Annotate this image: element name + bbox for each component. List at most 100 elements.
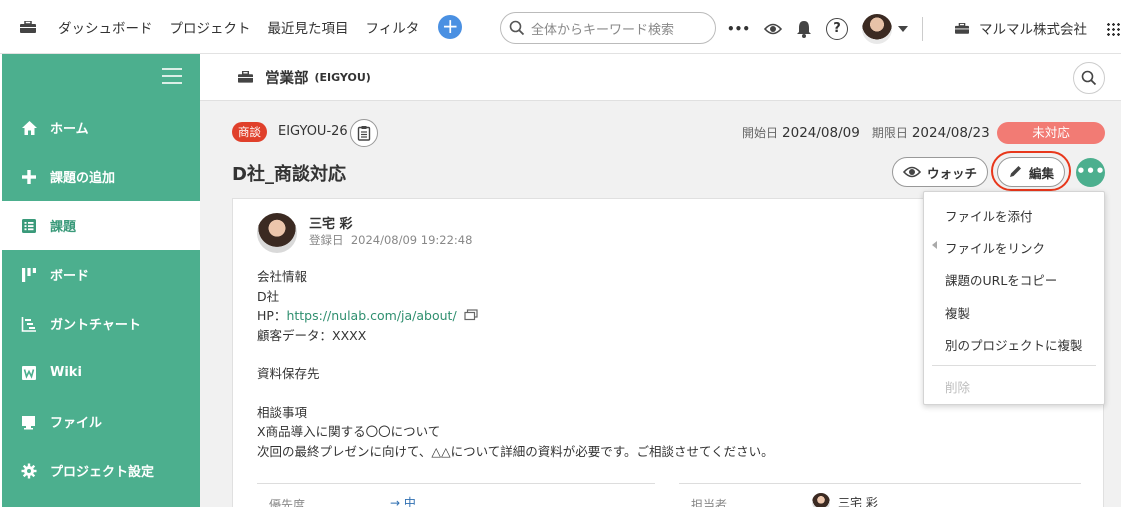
divider <box>257 483 655 484</box>
sidebar-item-gantt[interactable]: ガントチャート <box>2 299 200 348</box>
issue-type-badge: 商談 <box>232 122 267 142</box>
description-line: 相談事項 <box>257 404 308 420</box>
assignee-name: 三宅 彩 <box>838 495 878 507</box>
chevron-down-icon[interactable] <box>898 26 909 32</box>
org-switcher[interactable]: マルマル株式会社 <box>955 18 1087 38</box>
top-icons: ••• ? <box>727 14 937 44</box>
hp-prefix: HP： <box>257 308 287 323</box>
folder-icon <box>20 413 38 431</box>
edit-button[interactable]: 編集 <box>997 157 1065 187</box>
plus-icon <box>20 168 38 186</box>
board-icon <box>20 266 38 284</box>
sidebar-item-label: ボード <box>50 269 90 284</box>
project-header: 営業部 (EIGYOU) <box>200 54 1121 101</box>
watch-button[interactable]: ウォッチ <box>892 157 988 187</box>
description-line: 顧客データ：XXXX <box>257 327 367 343</box>
chevron-left-icon <box>932 241 937 249</box>
sidebar-item-home[interactable]: ホーム <box>2 103 200 152</box>
description-line: 会社情報 <box>257 269 308 284</box>
sidebar-item-board[interactable]: ボード <box>2 250 200 299</box>
assignee-label: 担当者 <box>691 498 728 507</box>
sidebar-item-files[interactable]: ファイル <box>2 397 200 446</box>
sidebar-item-label: プロジェクト設定 <box>50 465 155 480</box>
search-placeholder: 全体からキーワード検索 <box>531 22 675 38</box>
due-date: 2024/08/23 <box>911 125 990 141</box>
menu-item-duplicate[interactable]: 複製 <box>945 303 970 322</box>
sidebar-item-label: ガントチャート <box>50 318 141 333</box>
bell-icon[interactable] <box>796 20 812 38</box>
project-key: (EIGYOU) <box>314 70 371 84</box>
copy-key-button[interactable] <box>350 119 378 147</box>
assignee-avatar <box>812 493 830 507</box>
issue-key: EIGYOU-26 <box>278 124 348 139</box>
clipboard-icon <box>357 126 371 141</box>
hp-link[interactable]: https://nulab.com/ja/about/ <box>286 308 456 323</box>
gear-icon <box>20 462 38 480</box>
top-nav: ダッシュボード プロジェクト 最近見た項目 フィルタ + <box>0 14 463 39</box>
menu-item-delete: 削除 <box>945 380 971 395</box>
edit-label: 編集 <box>1028 165 1054 181</box>
more-icon[interactable]: ••• <box>727 22 750 36</box>
search-icon <box>1081 70 1097 86</box>
watch-label: ウォッチ <box>926 165 977 181</box>
start-date-label: 開始日 <box>742 126 779 140</box>
author-avatar <box>257 213 297 253</box>
created-date-value: 2024/08/09 19:22:48 <box>350 233 473 247</box>
home-icon <box>20 119 38 137</box>
divider <box>932 365 1096 366</box>
priority-value: → 中 <box>390 496 416 507</box>
gantt-icon <box>20 315 38 333</box>
author-name: 三宅 彩 <box>309 217 353 232</box>
nav-recent[interactable]: 最近見た項目 <box>268 17 349 37</box>
eye-icon <box>902 166 921 178</box>
nav-projects[interactable]: プロジェクト <box>170 17 251 37</box>
nav-filter[interactable]: フィルタ <box>366 17 420 37</box>
description-line: 資料保存先 <box>257 366 320 381</box>
nav-dashboard[interactable]: ダッシュボード <box>58 17 153 37</box>
apps-grid-icon[interactable] <box>1106 22 1120 36</box>
external-link-icon[interactable] <box>464 309 478 321</box>
menu-item-copy-url[interactable]: 課題のURLをコピー <box>945 270 1057 289</box>
status-badge[interactable]: 未対応 <box>997 122 1105 144</box>
divider <box>922 17 924 41</box>
sidebar-item-wiki[interactable]: Wiki <box>2 348 200 397</box>
user-avatar[interactable] <box>862 14 893 44</box>
menu-item-link-file[interactable]: ファイルをリンク <box>945 238 1045 257</box>
sidebar-item-issues[interactable]: 課題 <box>2 201 200 250</box>
org-name: マルマル株式会社 <box>979 22 1087 38</box>
issue-description: 会社情報 D社 HP：https://nulab.com/ja/about/ 顧… <box>257 267 774 461</box>
sidebar-item-label: ファイル <box>50 416 103 431</box>
global-search-input[interactable]: 全体からキーワード検索 <box>500 12 716 44</box>
search-icon <box>509 20 525 36</box>
sidebar-item-label: 課題 <box>50 220 77 235</box>
briefcase-icon <box>238 71 253 83</box>
sidebar-item-label: 課題の追加 <box>50 171 116 186</box>
created-date-label: 登録日 <box>309 233 344 247</box>
menu-item-duplicate-to-project[interactable]: 別のプロジェクトに複製 <box>945 335 1083 354</box>
sidebar-item-label: ホーム <box>50 122 89 137</box>
project-search-button[interactable] <box>1073 62 1105 94</box>
add-button[interactable]: + <box>438 14 463 39</box>
description-line: X商品導入に関する〇〇について <box>257 424 441 439</box>
start-date: 2024/08/09 <box>782 125 860 141</box>
sidebar-item-label: Wiki <box>50 365 82 380</box>
briefcase-icon <box>955 22 969 34</box>
menu-toggle-icon[interactable] <box>162 68 182 84</box>
divider <box>679 483 1081 484</box>
priority-label: 優先度 <box>269 498 306 507</box>
sidebar: ホーム 課題の追加 課題 ボード ガントチャート Wiki ファイル プロジェク… <box>2 54 200 507</box>
description-line: 次回の最終プレゼンに向けて、△△について詳細の資料が必要です。ご相談させてくださ… <box>257 443 774 459</box>
sidebar-item-project-settings[interactable]: プロジェクト設定 <box>2 446 200 495</box>
due-date-label: 期限日 <box>871 126 908 140</box>
project-name[interactable]: 営業部 <box>265 67 309 88</box>
description-line: HP：https://nulab.com/ja/about/ <box>257 306 774 326</box>
more-actions-button[interactable]: ••• <box>1076 158 1105 187</box>
more-actions-menu: ファイルを添付 ファイルをリンク 課題のURLをコピー 複製 別のプロジェクトに… <box>923 191 1105 405</box>
briefcase-icon[interactable] <box>20 20 36 33</box>
wiki-icon <box>20 364 38 382</box>
pencil-icon <box>1009 166 1021 177</box>
menu-item-attach-file[interactable]: ファイルを添付 <box>945 206 1033 225</box>
help-icon[interactable]: ? <box>826 18 849 40</box>
sidebar-item-add-issue[interactable]: 課題の追加 <box>2 152 200 201</box>
eye-icon[interactable] <box>764 22 783 36</box>
